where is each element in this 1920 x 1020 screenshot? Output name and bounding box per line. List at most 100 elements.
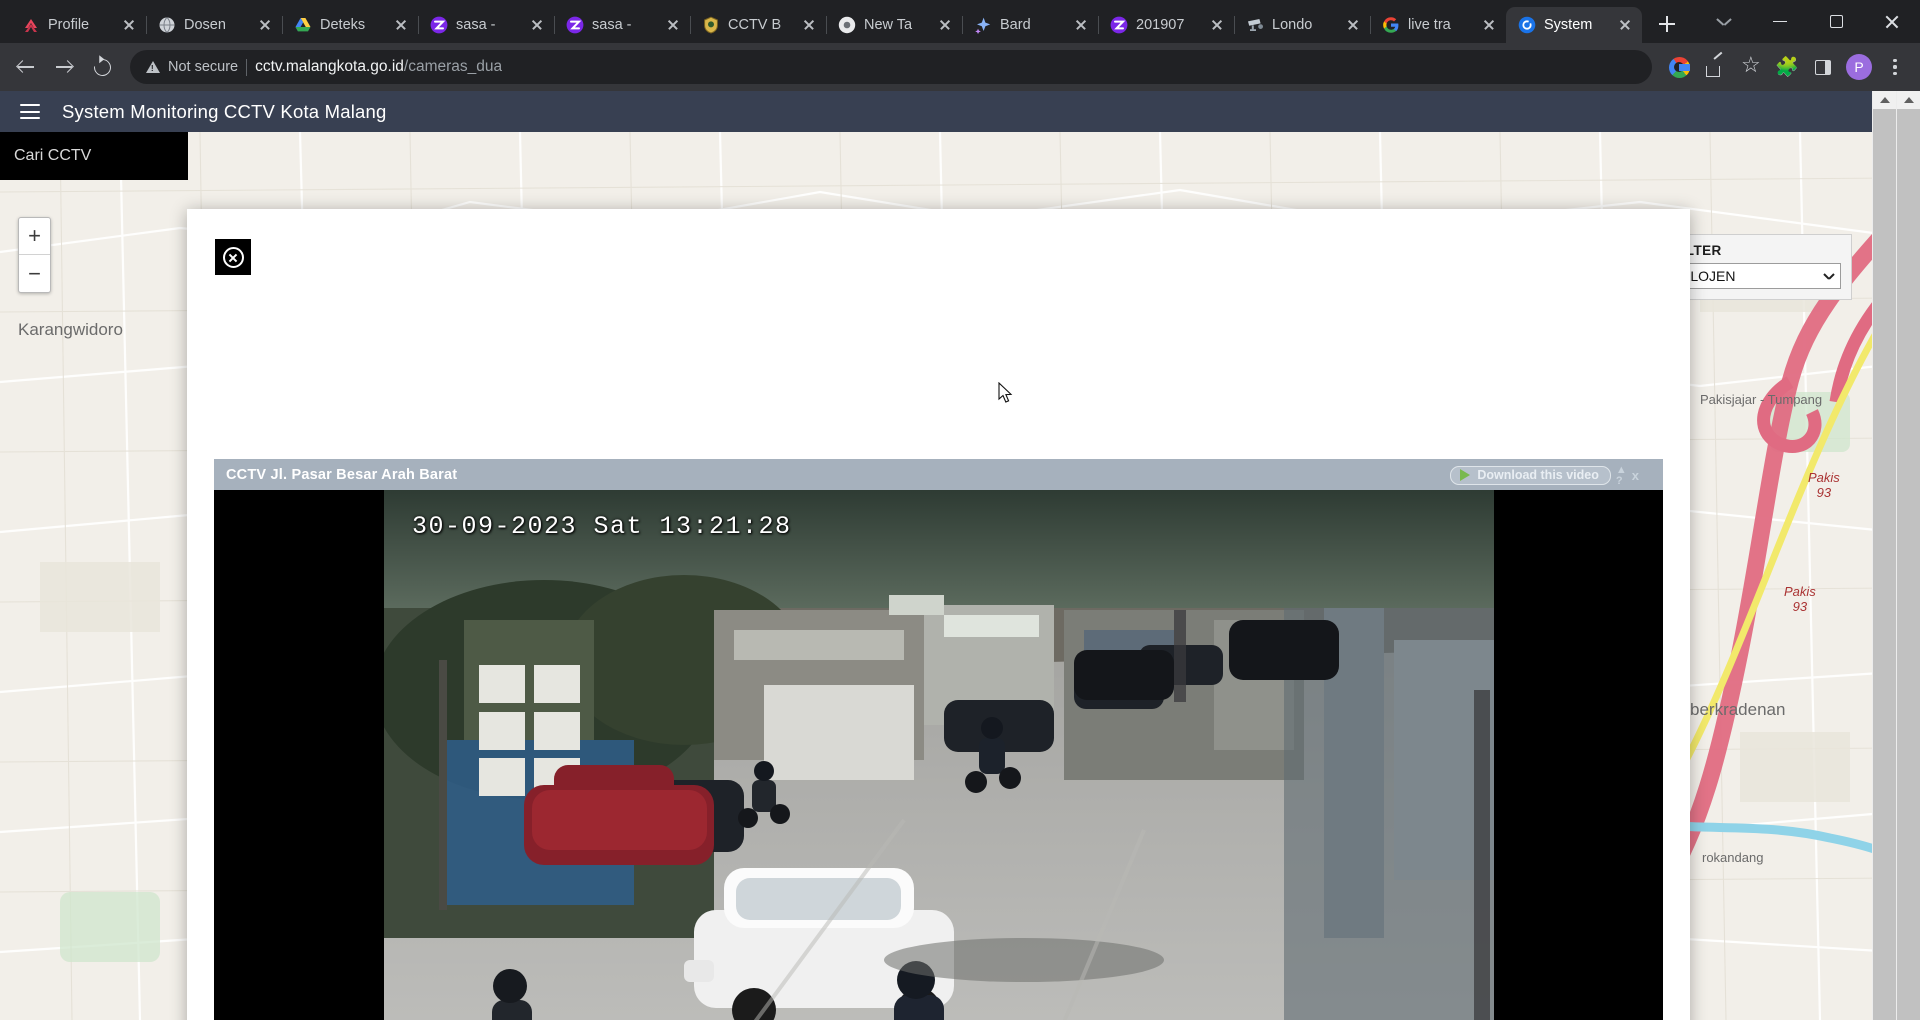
map-label: Pakisjajar - Tumpang <box>1700 392 1823 407</box>
restore-icon: ▲ <box>1615 464 1627 476</box>
tab-label: 201907 <box>1136 17 1185 33</box>
tab-label: Deteks <box>320 17 366 33</box>
download-widget-icons[interactable]: ▲ ? <box>1615 464 1627 487</box>
tab-close-button[interactable] <box>1208 16 1226 34</box>
extensions-puzzle-icon: 🧩 <box>1775 56 1799 78</box>
tab-label: Dosen <box>184 17 226 33</box>
purple-zotero-icon <box>1110 16 1128 34</box>
filter-label: FILTER <box>1673 243 1722 258</box>
tab-close-button[interactable] <box>1072 16 1090 34</box>
google-lens-button[interactable] <box>1662 50 1696 84</box>
modal-close-button[interactable] <box>215 239 251 275</box>
zoom-out-button[interactable]: − <box>19 255 50 292</box>
tab-close-button[interactable] <box>120 16 138 34</box>
minimize-button[interactable] <box>1752 0 1808 43</box>
url-host: cctv.malangkota.go.id <box>255 58 404 75</box>
page-scrollbar[interactable] <box>1896 91 1920 1020</box>
tab-label: Bard <box>1000 17 1031 33</box>
map-label: berkradenan <box>1690 700 1786 719</box>
browser-tab[interactable]: Bard <box>962 7 1099 43</box>
back-arrow-icon <box>16 58 35 76</box>
player-title: CCTV Jl. Pasar Besar Arah Barat <box>226 466 458 483</box>
browser-menu-button[interactable] <box>1878 50 1912 84</box>
side-panel-button[interactable] <box>1806 50 1840 84</box>
browser-tab[interactable]: New Ta <box>826 7 963 43</box>
address-bar[interactable]: Not secure cctv.malangkota.go.id/cameras… <box>130 50 1652 84</box>
chevron-down-icon <box>1824 273 1834 279</box>
tab-close-button[interactable] <box>256 16 274 34</box>
cctv-video-stream: 30-09-2023 Sat 13:21:28 DISKOMINFO KOTA … <box>384 490 1494 1020</box>
reload-button[interactable] <box>84 49 120 85</box>
filter-select[interactable]: KLOJEN <box>1673 263 1841 289</box>
share-button[interactable] <box>1698 50 1732 84</box>
tab-strip: Profile Dosen Deteks sasa - sasa - CCTV B Ne… <box>0 0 1920 43</box>
minimize-icon <box>1773 20 1787 23</box>
tab-label: Profile <box>48 17 90 33</box>
divider <box>246 58 248 76</box>
new-tab-button[interactable] <box>1650 7 1684 41</box>
triangle-up-icon <box>1879 97 1890 103</box>
share-icon <box>1705 51 1725 77</box>
bard-sparkle-icon <box>974 16 992 34</box>
browser-tab[interactable]: Dosen <box>146 7 283 43</box>
browser-tab[interactable]: sasa - <box>554 7 691 43</box>
map-label: Pakis 93 <box>1784 584 1816 614</box>
red-chevron-icon <box>22 16 40 34</box>
google-g-icon <box>1382 16 1400 34</box>
tab-close-button[interactable] <box>800 16 818 34</box>
scroll-up-button[interactable] <box>1873 91 1896 109</box>
chrome-icon <box>838 16 856 34</box>
triangle-up-icon <box>1903 97 1914 103</box>
browser-tab[interactable]: Deteks <box>282 7 419 43</box>
bookmark-button[interactable] <box>1734 50 1768 84</box>
url-path: /cameras_dua <box>403 58 503 75</box>
maximize-button[interactable] <box>1808 0 1864 43</box>
forward-button[interactable] <box>46 49 82 85</box>
tab-close-button[interactable] <box>1616 16 1634 34</box>
download-widget-close[interactable]: x <box>1632 468 1639 483</box>
browser-tab[interactable]: live tra <box>1370 7 1506 43</box>
browser-tab[interactable]: CCTV B <box>690 7 827 43</box>
tab-close-button[interactable] <box>392 16 410 34</box>
tab-close-button[interactable] <box>936 16 954 34</box>
search-cctv-label: Cari CCTV <box>14 147 92 164</box>
page-scrollbar-outer[interactable] <box>1872 91 1896 1020</box>
play-triangle-icon <box>1460 469 1471 481</box>
browser-tab[interactable]: 201907 <box>1098 7 1235 43</box>
shield-emblem-icon <box>702 16 720 34</box>
close-icon <box>1884 14 1900 30</box>
search-cctv-panel[interactable]: Cari CCTV <box>0 132 188 180</box>
maximize-icon <box>1829 15 1843 28</box>
chevron-down-icon <box>1717 18 1731 26</box>
browser-tab[interactable]: sasa - <box>418 7 555 43</box>
forward-arrow-icon <box>55 58 74 76</box>
download-video-button[interactable]: Download this video <box>1450 466 1611 485</box>
cctv-video-frame[interactable]: 30-09-2023 Sat 13:21:28 DISKOMINFO KOTA … <box>214 490 1663 1020</box>
zoom-in-button[interactable]: + <box>19 218 50 255</box>
video-timestamp: 30-09-2023 Sat 13:21:28 <box>412 512 792 541</box>
browser-tab[interactable]: Londo <box>1234 7 1371 43</box>
tab-close-button[interactable] <box>528 16 546 34</box>
browser-toolbar: Not secure cctv.malangkota.go.id/cameras… <box>0 43 1920 91</box>
browser-tab[interactable]: System <box>1506 7 1642 43</box>
tab-search-button[interactable] <box>1696 0 1752 43</box>
profile-button[interactable]: P <box>1842 50 1876 84</box>
tab-label: System <box>1544 17 1593 33</box>
extensions-button[interactable]: 🧩 <box>1770 50 1804 84</box>
tab-close-button[interactable] <box>664 16 682 34</box>
globe-icon <box>158 16 176 34</box>
hamburger-menu-icon[interactable] <box>20 104 40 119</box>
browser-tab[interactable]: Profile <box>10 7 147 43</box>
scroll-up-button[interactable] <box>1897 91 1920 109</box>
google-lens-icon <box>1668 56 1690 78</box>
back-button[interactable] <box>8 49 44 85</box>
filter-panel: FILTER KLOJEN <box>1662 234 1852 300</box>
video-scene <box>384 490 1494 1020</box>
browser-window: Profile Dosen Deteks sasa - sasa - CCTV B Ne… <box>0 0 1920 1020</box>
close-circle-icon <box>222 246 244 268</box>
download-widget: Download this video ▲ ? x <box>1450 464 1639 487</box>
tab-close-button[interactable] <box>1480 16 1498 34</box>
tab-close-button[interactable] <box>1344 16 1362 34</box>
player-title-bar: CCTV Jl. Pasar Besar Arah Barat Download… <box>214 459 1663 490</box>
close-window-button[interactable] <box>1864 0 1920 43</box>
